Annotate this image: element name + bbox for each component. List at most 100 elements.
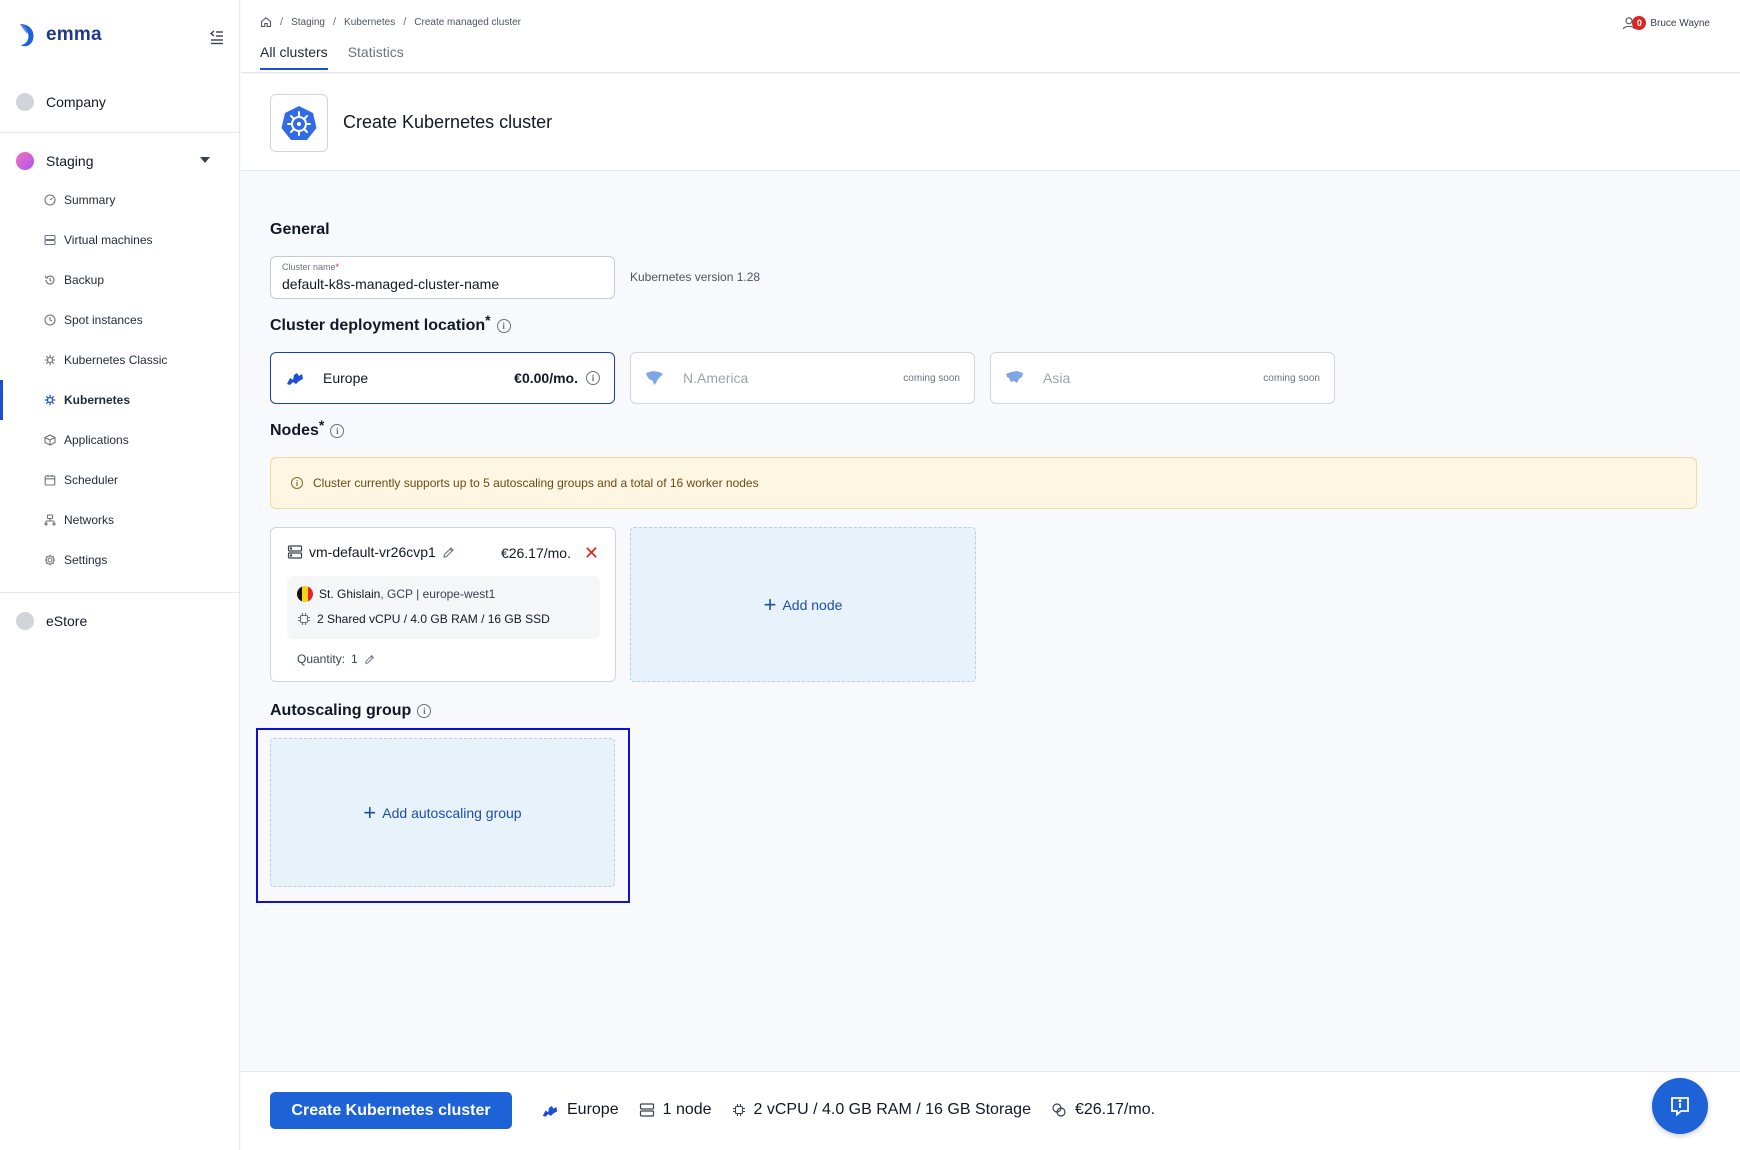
backup-icon [44, 274, 56, 286]
server-icon [44, 234, 56, 246]
server-icon [287, 545, 303, 559]
summary-nodes: 1 node [639, 1101, 712, 1119]
location-price-text: €0.00/mo. [514, 370, 578, 386]
sidebar-item-kubernetes-classic[interactable]: Kubernetes Classic [0, 340, 240, 380]
page-header: Create Kubernetes cluster [241, 74, 1740, 171]
info-icon[interactable]: i [496, 319, 511, 333]
location-name: Asia [1043, 370, 1071, 386]
home-icon[interactable] [260, 16, 272, 28]
helm-icon [44, 394, 56, 406]
breadcrumb-kubernetes[interactable]: Kubernetes [344, 17, 395, 28]
org-staging-label: Staging [46, 153, 94, 169]
sidebar-item-label: Spot instances [64, 313, 143, 327]
info-icon: i [291, 477, 303, 489]
summary-resources-text: 2 vCPU / 4.0 GB RAM / 16 GB Storage [753, 1101, 1031, 1118]
node-location-row: St. Ghislain, GCP | europe-west1 [297, 586, 495, 602]
sidebar-item-label: Virtual machines [64, 233, 153, 247]
sidebar-item-spot-instances[interactable]: Spot instances [0, 300, 240, 340]
node-card: vm-default-vr26cvp1 €26.17/mo. ✕ St. Ghi… [270, 527, 616, 682]
sidebar-item-label: Summary [64, 193, 116, 207]
gauge-icon [44, 194, 56, 206]
estore-avatar-icon [16, 612, 34, 630]
org-estore[interactable]: eStore [0, 593, 240, 649]
sidebar-item-scheduler[interactable]: Scheduler [0, 460, 240, 500]
summary-cost: €26.17/mo. [1051, 1101, 1155, 1119]
breadcrumb-staging[interactable]: Staging [291, 17, 325, 28]
tab-all-clusters[interactable]: All clusters [260, 44, 328, 70]
info-icon[interactable]: i [330, 424, 345, 438]
plus-icon: + [763, 591, 777, 617]
summary-cost-text: €26.17/mo. [1074, 1101, 1156, 1118]
collapse-sidebar-button[interactable] [208, 28, 226, 46]
sidebar-item-summary[interactable]: Summary [0, 180, 240, 220]
node-provider-region: , GCP | europe-west1 [380, 587, 496, 601]
staging-avatar-icon [16, 152, 34, 170]
location-title-text: Cluster deployment location [270, 317, 486, 334]
cluster-name-input[interactable] [282, 276, 602, 292]
location-north-america-card: N.America coming soon [630, 352, 975, 404]
gear-icon [44, 554, 56, 566]
edit-icon[interactable] [364, 654, 375, 665]
server-icon [639, 1103, 654, 1117]
org-estore-label: eStore [46, 613, 88, 629]
breadcrumb-current: Create managed cluster [414, 16, 521, 28]
sidebar-item-kubernetes[interactable]: Kubernetes [0, 380, 240, 420]
quantity-value: 1 [351, 652, 358, 666]
node-location: St. Ghislain, GCP | europe-west1 [319, 587, 495, 601]
location-name: Europe [323, 370, 369, 386]
tab-statistics[interactable]: Statistics [348, 44, 404, 70]
sidebar-item-settings[interactable]: Settings [0, 540, 240, 580]
sidebar-item-label: Scheduler [64, 473, 119, 487]
sidebar-item-label: Applications [64, 433, 129, 447]
focus-highlight [256, 728, 630, 903]
add-node-button[interactable]: + Add node [630, 527, 976, 682]
sidebar-item-virtual-machines[interactable]: Virtual machines [0, 220, 240, 260]
cpu-icon [732, 1104, 745, 1116]
app-logo[interactable]: emma [16, 22, 102, 48]
footer-bar: Create Kubernetes cluster Europe 1 node … [241, 1071, 1740, 1150]
user-name: Bruce Wayne [1650, 17, 1710, 29]
cluster-name-label-text: Cluster name [282, 262, 336, 272]
sidebar-item-applications[interactable]: Applications [0, 420, 240, 460]
cluster-name-field[interactable]: Cluster name* [270, 256, 615, 299]
order-summary: Europe 1 node 2 vCPU / 4.0 GB RAM / 16 G… [541, 1101, 1155, 1119]
edit-icon[interactable] [442, 546, 455, 559]
add-node-label: Add node [782, 596, 843, 613]
location-europe-card[interactable]: Europe €0.00/mo. i [270, 352, 615, 404]
location-asia-card: Asia coming soon [990, 352, 1335, 404]
clock-icon [44, 314, 56, 326]
sidebar-item-backup[interactable]: Backup [0, 260, 240, 300]
node-price: €26.17/mo. [500, 545, 571, 561]
node-name: vm-default-vr26cvp1 [309, 544, 436, 560]
kubernetes-version: Kubernetes version 1.28 [630, 270, 761, 284]
company-avatar-icon [16, 93, 34, 111]
cube-icon [44, 434, 56, 446]
sidebar-item-label: Networks [64, 513, 115, 527]
info-icon[interactable]: i [417, 704, 432, 718]
node-specs: St. Ghislain, GCP | europe-west1 2 Share… [287, 576, 600, 639]
remove-node-button[interactable]: ✕ [584, 544, 599, 562]
summary-region-text: Europe [567, 1101, 619, 1118]
autoscaling-title-text: Autoscaling group [270, 702, 412, 719]
node-resources: 2 Shared vCPU / 4.0 GB RAM / 16 GB SSD [317, 612, 550, 626]
emma-logo-icon [20, 24, 34, 47]
location-price: €0.00/mo. i [514, 370, 600, 386]
tabs: All clusters Statistics [260, 44, 404, 70]
sidebar-item-networks[interactable]: Networks [0, 500, 240, 540]
summary-nodes-text: 1 node [662, 1101, 712, 1118]
chevron-down-icon [200, 157, 210, 163]
org-company[interactable]: Company [0, 74, 240, 130]
general-section-title: General [270, 221, 330, 239]
summary-resources: 2 vCPU / 4.0 GB RAM / 16 GB Storage [732, 1101, 1031, 1119]
create-cluster-button[interactable]: Create Kubernetes cluster [270, 1092, 512, 1129]
user-menu[interactable]: 0 Bruce Wayne [1622, 16, 1710, 30]
location-name: N.America [683, 370, 749, 386]
help-chat-button[interactable] [1652, 1078, 1708, 1134]
info-icon[interactable]: i [586, 371, 600, 385]
kubernetes-icon [281, 106, 317, 140]
top-header: / Staging / Kubernetes / Create managed … [241, 0, 1740, 73]
europe-map-icon [287, 373, 303, 385]
page-title: Create Kubernetes cluster [343, 112, 553, 132]
cpu-icon [298, 613, 310, 625]
kubernetes-logo [270, 94, 328, 152]
